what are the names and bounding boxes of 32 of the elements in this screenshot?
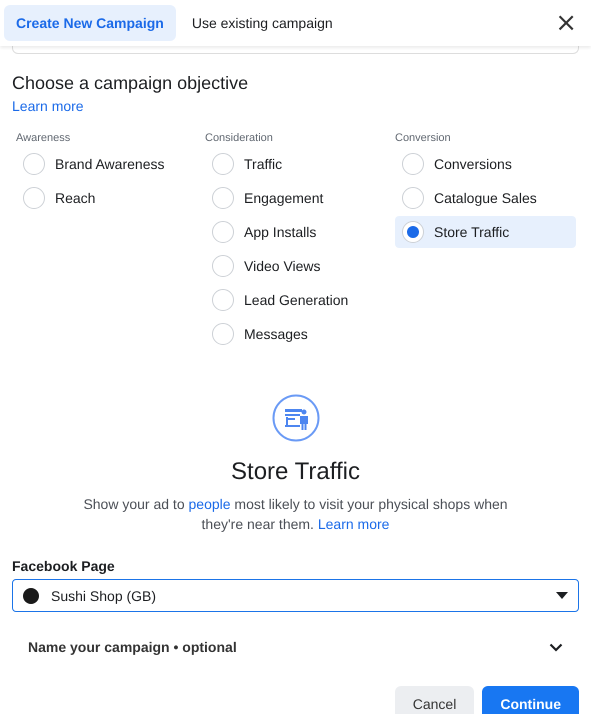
group-label: Awareness — [16, 132, 72, 144]
group-label: Consideration — [205, 132, 274, 144]
store-person-icon — [272, 394, 320, 442]
objective-option[interactable]: Store Traffic — [395, 216, 576, 248]
section-heading: Choose a campaign objective — [12, 73, 250, 94]
objective-option[interactable]: Messages — [205, 318, 395, 350]
name-campaign-toggle[interactable]: Name your campaign • optional — [12, 635, 579, 659]
page-avatar-icon — [23, 588, 39, 604]
close-button[interactable]: × — [545, 10, 587, 36]
objective-option[interactable]: Conversions — [395, 148, 576, 180]
people-link[interactable]: people — [188, 494, 231, 514]
objective-option[interactable]: Reach — [16, 182, 205, 214]
objective-description: Show your ad to people most likely to visit your physical shops when they're near them. Learn more — [82, 494, 509, 534]
cancel-button[interactable]: Cancel — [394, 686, 474, 714]
objective-option[interactable]: Catalogue Sales — [395, 182, 576, 214]
objective-option[interactable]: Lead Generation — [205, 284, 395, 316]
objective-option[interactable]: App Installs — [205, 216, 395, 248]
tab[interactable]: Create New Campaign — [4, 5, 176, 41]
objective-option[interactable]: Traffic — [205, 148, 395, 180]
field-label: Facebook Page — [12, 558, 116, 574]
group-label: Conversion — [395, 132, 452, 144]
objective-title: Store Traffic — [230, 458, 361, 486]
caret-icon — [556, 592, 568, 599]
tab[interactable]: Use existing campaign — [180, 5, 345, 41]
learn-more-link[interactable]: Learn more — [12, 98, 84, 114]
objective-option[interactable]: Engagement — [205, 182, 395, 214]
objective-option[interactable]: Brand Awareness — [16, 148, 205, 180]
chevron-icon — [549, 642, 563, 652]
continue-button[interactable]: Continue — [482, 686, 579, 714]
page-select[interactable]: Sushi Shop (GB) — [12, 579, 579, 612]
learn-more-link[interactable]: Learn more — [318, 514, 390, 534]
objective-option[interactable]: Video Views — [205, 250, 395, 282]
